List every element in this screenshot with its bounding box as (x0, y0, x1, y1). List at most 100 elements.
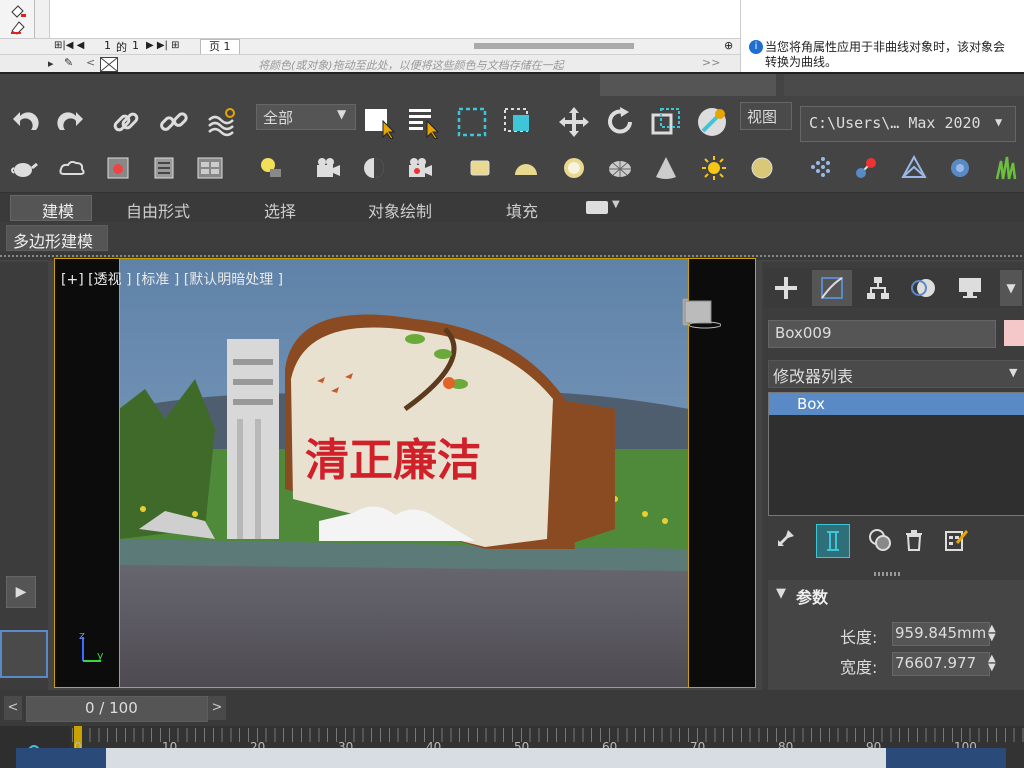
first-page-icon[interactable]: ⊞|◀ ◀ (54, 40, 84, 51)
sun-icon[interactable] (700, 154, 728, 182)
scale-icon[interactable] (648, 104, 684, 140)
cloud-icon[interactable] (58, 154, 86, 182)
configure-modifier-sets-icon[interactable] (942, 526, 970, 554)
palette-left-icon[interactable]: < (86, 56, 95, 69)
parameters-rollout: ▼ 参数 长度: 959.845mm ▲ ▼ 宽度: 76607.977 ▲ ▼ (768, 580, 1024, 690)
material-editor-icon[interactable] (196, 154, 224, 182)
light-bulb-icon[interactable] (256, 154, 284, 182)
next-page-icon[interactable]: ▶ ▶| ⊞ (146, 40, 180, 51)
workspace-tab[interactable] (600, 74, 776, 96)
status-segment-left (16, 748, 106, 768)
workspace-selector[interactable] (784, 74, 1024, 96)
rollout-title[interactable]: 参数 (796, 584, 828, 608)
perspective-viewport[interactable]: 清正廉洁 [+] [透视 ] [标准 ] [默认明暗处理 ] z y (54, 258, 756, 688)
motion-tab-icon[interactable] (906, 270, 942, 306)
sphere-icon[interactable] (560, 154, 588, 182)
teapot-icon[interactable] (10, 154, 38, 182)
object-name-field[interactable]: Box009 (768, 320, 996, 348)
show-end-result-icon[interactable] (816, 524, 850, 558)
modifier-item-label: Box (797, 395, 825, 413)
interactive-fill-icon[interactable] (8, 18, 28, 36)
modifier-list-dropdown[interactable]: 修改器列表 ▼ (768, 360, 1024, 388)
horizontal-scrollbar[interactable] (474, 43, 634, 49)
display-tab-icon[interactable] (952, 270, 988, 306)
delete-modifier-icon[interactable] (900, 526, 928, 554)
polygon-modeling-button[interactable]: 多边形建模 (6, 225, 108, 251)
time-slider[interactable]: 0 / 100 (26, 696, 208, 722)
viewport-label[interactable]: [+] [透视 ] [标准 ] [默认明暗处理 ] (61, 269, 283, 289)
molecule-icon[interactable] (852, 154, 880, 182)
cone-icon[interactable] (652, 154, 680, 182)
make-unique-icon[interactable] (866, 526, 894, 554)
project-path-dropdown[interactable]: C:\Users\… Max 2020 ▼ (800, 106, 1016, 142)
zoom-icon[interactable]: ⊕ (724, 39, 733, 52)
expand-panel-button[interactable]: ▶ (6, 576, 36, 608)
select-by-name-icon[interactable] (406, 104, 442, 140)
previous-frame-button[interactable]: < (4, 696, 22, 720)
tab-selection[interactable]: 选择 (264, 198, 296, 222)
width-field[interactable]: 76607.977 (892, 652, 990, 676)
width-spinner-icon[interactable]: ▲ ▼ (988, 654, 996, 673)
eyedropper-icon[interactable]: ✎ (64, 56, 73, 69)
view-dropdown[interactable]: 视图 (740, 102, 792, 130)
render-frame-icon[interactable] (104, 154, 132, 182)
hemisphere-icon[interactable] (512, 154, 540, 182)
move-icon[interactable] (556, 104, 592, 140)
track-bar[interactable]: 0 10 20 30 40 50 60 70 80 90 100 (0, 726, 1024, 768)
viewport-layout-tab[interactable] (0, 630, 48, 678)
fill-icon[interactable] (8, 2, 28, 18)
reference-coordinate-icon[interactable] (694, 104, 730, 140)
plane-icon[interactable] (466, 154, 494, 182)
rotate-icon[interactable] (602, 104, 638, 140)
axis-z-label: z (79, 629, 85, 642)
modify-tab-icon[interactable] (812, 270, 852, 306)
render-setup-icon[interactable] (150, 154, 178, 182)
collapse-rollout-icon[interactable]: ▼ (776, 586, 786, 601)
shading-icon[interactable] (360, 154, 388, 182)
bind-space-warp-icon[interactable] (204, 104, 240, 140)
pin-stack-icon[interactable] (770, 526, 798, 554)
tab-modeling[interactable]: 建模 (42, 198, 74, 222)
gear-flower-icon[interactable] (946, 154, 974, 182)
rectangular-selection-icon[interactable] (454, 104, 490, 140)
undo-icon[interactable] (8, 104, 44, 140)
shelf-toolbar (0, 146, 1024, 190)
corel-window-strip: ⊞|◀ ◀ 1 的 1 ▶ ▶| ⊞ 页 1 ⊕ ▸ ✎ < 将颜色(或对象)拖… (0, 0, 1024, 73)
camera-icon[interactable] (314, 154, 342, 182)
window-crossing-icon[interactable] (500, 104, 536, 140)
redo-icon[interactable] (52, 104, 88, 140)
link-icon[interactable] (108, 104, 144, 140)
page-of-label: 的 (116, 41, 127, 54)
next-frame-button[interactable]: > (208, 696, 226, 720)
render-camera-icon[interactable] (406, 154, 434, 182)
envelope-icon[interactable] (900, 154, 928, 182)
grass-icon[interactable] (992, 154, 1020, 182)
modifier-stack-item[interactable]: Box (769, 393, 1024, 415)
tab-populate[interactable]: 填充 (506, 198, 538, 222)
hierarchy-tab-icon[interactable] (860, 270, 896, 306)
tab-page-1[interactable]: 页 1 (200, 39, 240, 55)
particle-grid-icon[interactable] (806, 154, 834, 182)
modifier-stack-toolbar (770, 524, 1020, 558)
length-field[interactable]: 959.845mm (892, 622, 990, 646)
viewcube-icon[interactable] (681, 297, 722, 329)
chevron-down-icon[interactable]: ▼ (612, 199, 620, 210)
create-tab-icon[interactable] (768, 270, 804, 306)
selection-filter-dropdown[interactable]: 全部 ▼ (256, 104, 356, 130)
no-fill-swatch[interactable] (100, 57, 118, 72)
safe-frame (119, 259, 689, 687)
geosphere-icon[interactable] (606, 154, 634, 182)
tab-object-paint[interactable]: 对象绘制 (368, 198, 432, 222)
length-spinner-icon[interactable]: ▲ ▼ (988, 624, 996, 643)
ribbon-panel: 多边形建模 (0, 222, 1024, 252)
palette-arrow-icon[interactable]: ▸ (48, 57, 54, 70)
disc-icon[interactable] (748, 154, 776, 182)
ribbon-options-icon[interactable] (586, 201, 608, 214)
modifier-stack: Box (768, 392, 1024, 516)
utilities-tab-icon[interactable]: ▼ (1000, 270, 1022, 306)
tab-freeform[interactable]: 自由形式 (126, 198, 190, 222)
object-color-swatch[interactable] (1004, 320, 1024, 346)
palette-right-icon[interactable]: >> (702, 56, 720, 69)
unlink-icon[interactable] (156, 104, 192, 140)
select-object-icon[interactable] (362, 104, 398, 140)
